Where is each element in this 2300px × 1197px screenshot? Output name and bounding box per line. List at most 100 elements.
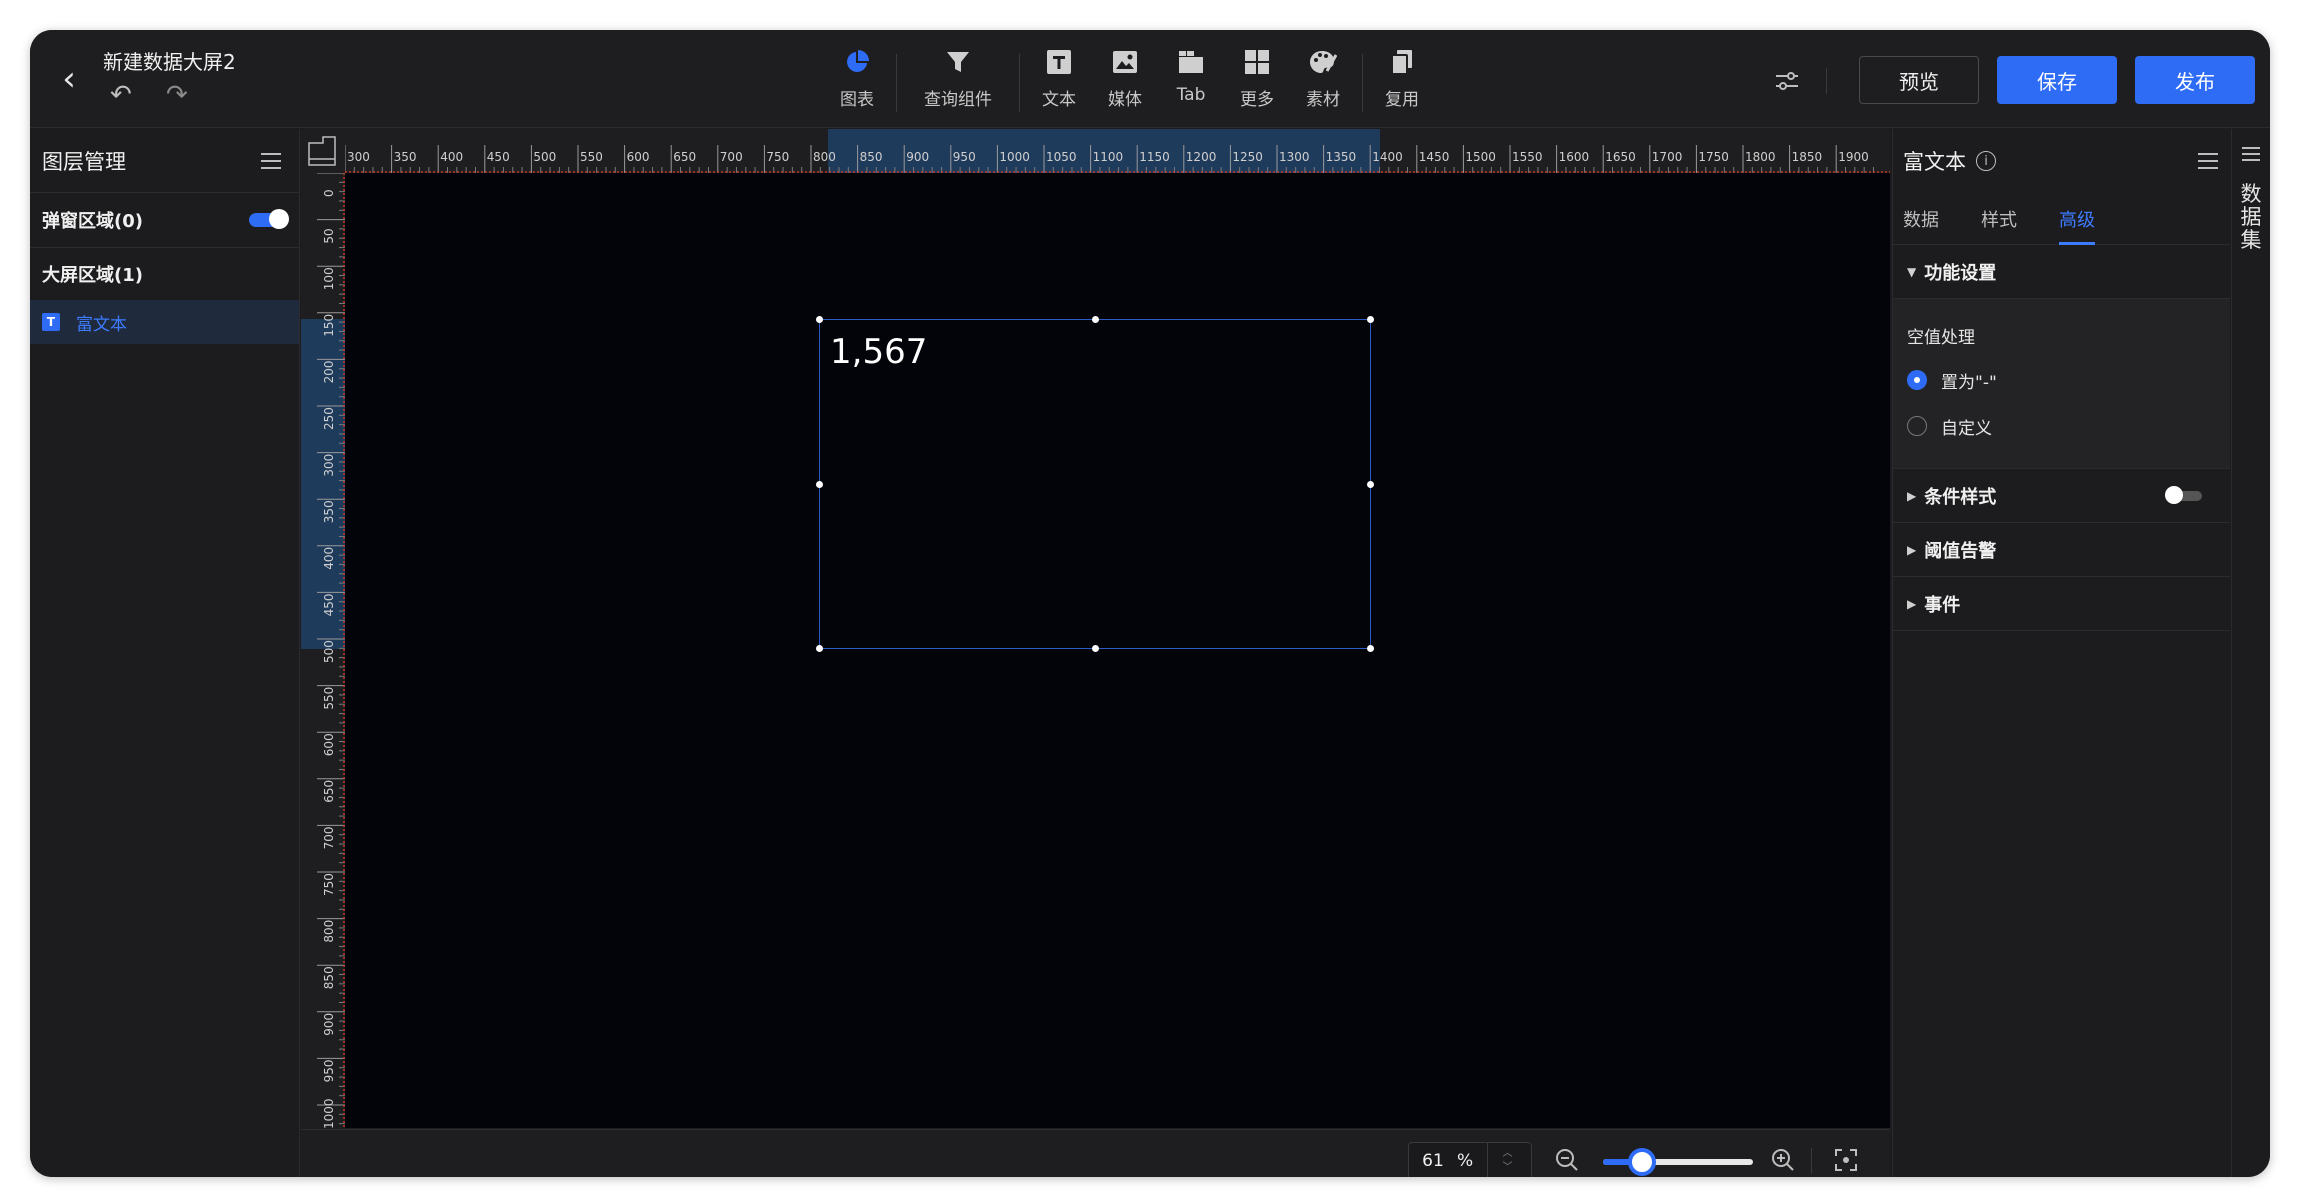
menu-icon[interactable]	[2198, 153, 2218, 169]
resize-handle-l[interactable]	[816, 481, 823, 488]
zoom-slider[interactable]	[1603, 1148, 1753, 1176]
tool-tab[interactable]: Tab	[1158, 48, 1224, 118]
caret-right-icon: ▶	[1907, 542, 1917, 557]
radio-checked-icon[interactable]	[1907, 370, 1927, 390]
ruler-tick-label: 1750	[1698, 150, 1729, 164]
radio-custom[interactable]: 自定义	[1907, 414, 2216, 439]
ruler-tick-label: 1850	[1792, 150, 1823, 164]
ruler-tick-label: 100	[322, 267, 336, 290]
tab-style[interactable]: 样式	[1981, 193, 2017, 245]
tool-more[interactable]: 更多	[1224, 48, 1290, 118]
resize-handle-tr[interactable]	[1367, 316, 1374, 323]
ruler-tick-label: 500	[322, 640, 336, 663]
tab-advanced[interactable]: 高级	[2059, 193, 2095, 245]
ruler-tick-label: 450	[322, 593, 336, 616]
ruler-tick-label: 600	[322, 733, 336, 756]
back-icon[interactable]: ‹	[54, 59, 84, 99]
radio-unchecked-icon[interactable]	[1907, 416, 1927, 436]
section-threshold-alert[interactable]: ▶ 阈值告警	[1893, 523, 2230, 577]
ruler-tick-label: 450	[487, 150, 510, 164]
screen-zone[interactable]: 大屏区域(1)	[30, 248, 299, 300]
section-function-settings[interactable]: ▼ 功能设置	[1893, 245, 2230, 299]
ruler-tick-label: 650	[673, 150, 696, 164]
menu-icon[interactable]	[261, 152, 281, 169]
zoom-input[interactable]: 61 % ︿ ﹀	[1408, 1142, 1532, 1177]
ruler-tick-label: 1050	[1046, 150, 1077, 164]
tool-query[interactable]: 查询组件	[903, 48, 1013, 118]
ruler-tick-label: 350	[394, 150, 417, 164]
section-conditional-style[interactable]: ▶ 条件样式	[1893, 469, 2230, 523]
popup-zone[interactable]: 弹窗区域(0)	[30, 193, 299, 248]
ruler-tick-label: 950	[322, 1059, 336, 1082]
ruler-tick-label: 900	[906, 150, 929, 164]
settings-sliders-icon[interactable]	[1772, 66, 1802, 96]
tab-data[interactable]: 数据	[1903, 193, 1939, 245]
zoom-slider-thumb[interactable]	[1628, 1148, 1656, 1176]
section-event[interactable]: ▶ 事件	[1893, 577, 2230, 631]
app-window: ‹ 新建数据大屏2 ↶ ↷ 图表 查询组件 文本 媒体 Tab 更多 素材 复用…	[30, 30, 2270, 1177]
resize-handle-b[interactable]	[1092, 645, 1099, 652]
ruler-tick-label: 400	[440, 150, 463, 164]
property-panel-title: 富文本	[1903, 150, 1966, 174]
chevron-down-icon[interactable]: ﹀	[1503, 1161, 1513, 1175]
conditional-style-toggle[interactable]	[2165, 485, 2202, 504]
ruler-tick-label: 700	[322, 826, 336, 849]
ruler-tick-label: 1000	[322, 1098, 336, 1128]
dataset-tab[interactable]: 数据集	[2239, 183, 2263, 252]
tool-text[interactable]: 文本	[1026, 48, 1092, 118]
horizontal-ruler[interactable]: 300 350 400 450 500 550 600 650 700 750 800 850 900 9…	[345, 129, 1890, 173]
caret-right-icon: ▶	[1907, 596, 1917, 611]
save-button[interactable]: 保存	[1997, 56, 2117, 104]
ruler-tick-label: 1550	[1512, 150, 1543, 164]
undo-icon[interactable]: ↶	[110, 80, 132, 110]
resize-handle-br[interactable]	[1367, 645, 1374, 652]
ruler-tick-label: 1250	[1232, 150, 1263, 164]
popup-zone-label: 弹窗区域(0)	[42, 211, 143, 232]
tool-chart[interactable]: 图表	[824, 48, 890, 118]
menu-icon[interactable]	[2242, 147, 2260, 161]
section-title: 功能设置	[1924, 262, 1997, 284]
toolbar-divider	[1019, 54, 1020, 112]
screen-title[interactable]: 新建数据大屏2	[103, 46, 236, 75]
ruler-tick-label: 1700	[1652, 150, 1683, 164]
ruler-tick-label: 1300	[1279, 150, 1310, 164]
screen-canvas[interactable]: 1,567	[345, 173, 1890, 1128]
grid-icon	[1243, 48, 1271, 76]
preview-button[interactable]: 预览	[1859, 56, 1979, 104]
null-handling-label: 空值处理	[1907, 328, 1975, 348]
component-toolbar: 图表 查询组件 文本 媒体 Tab 更多 素材 复用	[824, 48, 1435, 118]
ruler-tick-label: 1500	[1465, 150, 1496, 164]
tool-material[interactable]: 素材	[1290, 48, 1356, 118]
ruler-tick-label: 750	[322, 873, 336, 896]
caret-right-icon: ▶	[1907, 488, 1917, 503]
resize-handle-bl[interactable]	[816, 645, 823, 652]
vertical-ruler[interactable]: 0 50 100 150 200 250 300 350 400 450 500 550 600 650 7…	[301, 173, 345, 1128]
layer-item-label: 富文本	[76, 314, 127, 335]
resize-handle-tl[interactable]	[816, 316, 823, 323]
ruler-tick-label: 1100	[1093, 150, 1124, 164]
tool-media[interactable]: 媒体	[1092, 48, 1158, 118]
radio-label: 置为"-"	[1941, 372, 1997, 393]
richtext-value[interactable]: 1,567	[830, 332, 927, 372]
tool-reuse[interactable]: 复用	[1369, 48, 1435, 118]
redo-icon[interactable]: ↷	[166, 80, 188, 110]
canvas-bottom-bar: 61 % ︿ ﹀	[301, 1129, 1890, 1177]
ruler-tick-label: 550	[580, 150, 603, 164]
ruler-corner-icon[interactable]	[301, 129, 345, 173]
zoom-unit: %	[1457, 1151, 1474, 1171]
resize-handle-r[interactable]	[1367, 481, 1374, 488]
layer-item-richtext[interactable]: T 富文本	[30, 300, 299, 344]
fit-screen-icon[interactable]	[1832, 1146, 1860, 1174]
richtext-component[interactable]: 1,567	[816, 316, 1374, 652]
chevron-up-icon[interactable]: ︿	[1503, 1147, 1513, 1161]
publish-button[interactable]: 发布	[2135, 56, 2255, 104]
resize-handle-t[interactable]	[1092, 316, 1099, 323]
popup-zone-toggle[interactable]	[249, 209, 289, 229]
ruler-tick-label: 550	[322, 687, 336, 710]
zoom-out-icon[interactable]	[1553, 1146, 1581, 1174]
radio-set-dash[interactable]: 置为"-"	[1907, 368, 2216, 393]
info-icon[interactable]: i	[1976, 151, 1996, 171]
zoom-stepper[interactable]: ︿ ﹀	[1487, 1143, 1527, 1177]
zoom-in-icon[interactable]	[1769, 1146, 1797, 1174]
zoom-value[interactable]: 61	[1409, 1151, 1457, 1171]
